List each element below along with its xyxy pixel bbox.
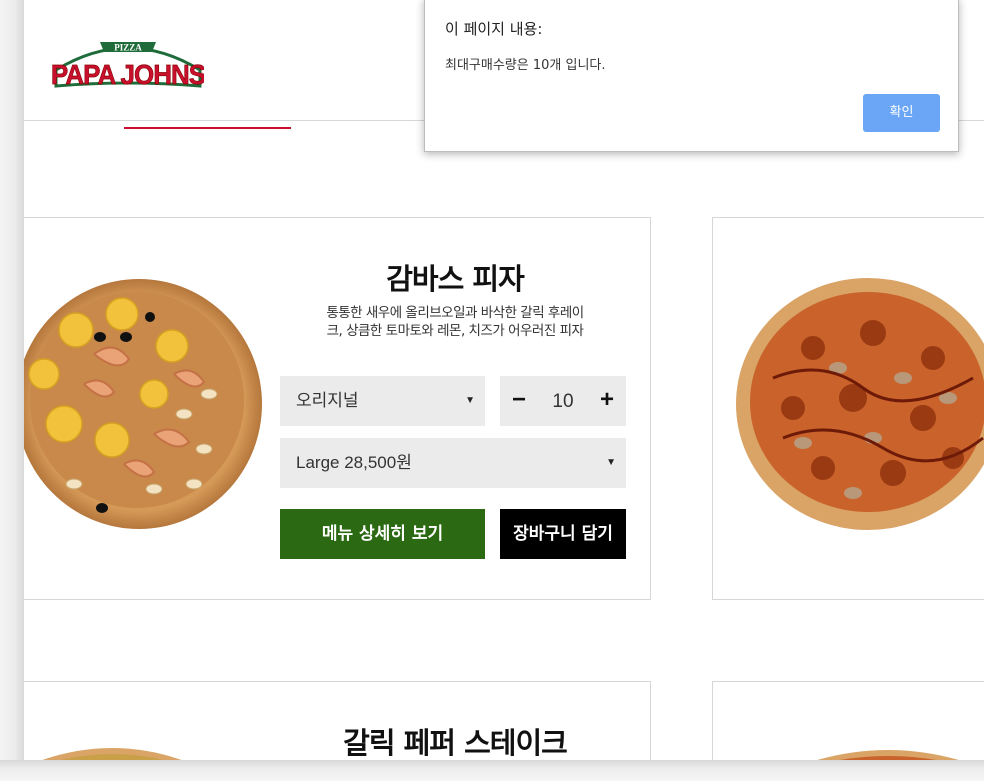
garlic-pepper-steak-pizza-image[interactable] [24,738,202,760]
svg-text:PIZZA: PIZZA [114,43,142,53]
product-card-second [712,217,984,600]
size-select-value: Large 28,500원 [296,453,412,472]
quantity-value[interactable]: 10 [536,376,590,428]
gambas-pizza-image[interactable] [24,274,262,536]
quantity-plus-button[interactable]: + [592,376,622,426]
page-viewport: PIZZA PAPA JOHNS 감바스 피자 통통한 새우에 올리브오일과 바… [24,0,984,760]
description-line-2: 크, 상큼한 토마토와 레몬, 치즈가 어우러진 피자 [326,323,584,339]
dialog-title: 이 페이지 내용: [445,20,543,38]
chevron-down-icon: ▼ [465,395,475,406]
product-card-garlic-pepper-steak: 갈릭 페퍼 스테이크 [24,681,651,760]
quantity-stepper: − 10 + [500,376,626,426]
product-card-gambas: 감바스 피자 통통한 새우에 올리브오일과 바삭한 갈릭 후레이 크, 상큼한 … [24,217,651,600]
dialog-ok-button[interactable]: 확인 [863,94,940,132]
product-title: 감바스 피자 [386,262,525,296]
dough-select-value: 오리지널 [296,391,359,410]
window-frame-bottom [0,760,984,781]
nav-active-indicator [124,127,291,129]
product-title: 갈릭 페퍼 스테이크 [343,726,568,760]
papa-johns-logo[interactable]: PIZZA PAPA JOHNS [51,30,206,92]
window-frame-left [0,0,24,781]
menu-detail-button[interactable]: 메뉴 상세히 보기 [280,509,485,559]
dough-select[interactable]: 오리지널 ▼ [280,376,485,426]
product-card-fourth [712,681,984,760]
size-select[interactable]: Large 28,500원 ▼ [280,438,626,488]
add-to-cart-button[interactable]: 장바구니 담기 [500,509,626,559]
alert-dialog: 이 페이지 내용: 최대구매수량은 10개 입니다. 확인 [424,0,959,152]
description-line-1: 통통한 새우에 올리브오일과 바삭한 갈릭 후레이 [326,305,584,321]
pizza-image[interactable] [733,278,984,532]
dialog-message: 최대구매수량은 10개 입니다. [445,58,606,73]
chevron-down-icon: ▼ [606,457,616,468]
quantity-minus-button[interactable]: − [504,376,534,426]
product-description: 통통한 새우에 올리브오일과 바삭한 갈릭 후레이 크, 상큼한 토마토와 레몬… [280,304,630,340]
svg-text:PAPA JOHNS: PAPA JOHNS [52,59,204,90]
pizza-image[interactable] [793,740,983,760]
